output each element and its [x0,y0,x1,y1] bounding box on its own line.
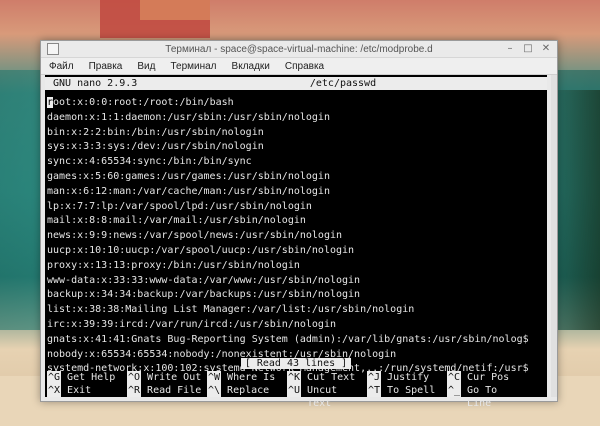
shortcut-label: Write Out [147,372,202,383]
shortcut-replace[interactable]: ^\ Replace [207,384,287,397]
menu-terminal[interactable]: Терминал [170,61,216,72]
nano-status-bar: [ Read 43 lines ] [45,357,547,370]
shortcut-label: Read File [147,385,202,396]
shortcut-key: ^_ [447,384,462,397]
menu-help[interactable]: Справка [285,61,324,72]
file-line: root:x:0:0:root:/root:/bin/bash [45,96,547,111]
shortcut-key: ^T [367,384,382,397]
file-line: news:x:9:9:news:/var/spool/news:/usr/sbi… [47,230,343,242]
file-line: irc:x:39:39:ircd:/var/run/ircd:/usr/sbin… [47,318,336,330]
shortcut-row: ^X Exit ^R Read File ^\ Replace ^U Uncut Tex… [47,384,545,409]
file-line: backup:x:34:34:backup:/var/backups:/usr/… [47,289,361,301]
close-icon[interactable]: ✕ [541,43,551,54]
shortcut-key: ^\ [207,384,222,397]
shortcut-row: ^G Get Help ^O Write Out ^W Where Is ^K Cut … [47,371,545,384]
shortcut-cut-text[interactable]: ^K Cut Text [287,371,367,384]
menu-bar: Файл Правка Вид Терминал Вкладки Справка [41,58,557,75]
shortcut-label: Uncut Text [307,385,338,409]
file-line: games:x:5:60:games:/usr/games:/usr/sbin/… [47,170,330,182]
file-line: proxy:x:13:13:proxy:/bin:/usr/sbin/nolog… [47,259,300,271]
shortcut-justify[interactable]: ^J Justify [367,371,447,384]
shortcut-label: Exit [67,385,92,396]
file-line: www-data:x:33:33:www-data:/var/www:/usr/… [47,274,361,286]
file-line: lp:x:7:7:lp:/var/spool/lpd:/usr/sbin/nol… [47,200,312,212]
shortcut-key: ^K [287,371,302,384]
window-title: Терминал - space@space-virtual-machine: … [165,43,433,55]
shortcut-exit[interactable]: ^X Exit [47,384,127,397]
file-line: sys:x:3:3:sys:/dev:/usr/sbin/nologin [47,141,264,153]
nano-filename: /etc/passwd [309,78,377,89]
file-line-text: oot:x:0:0:root:/root:/bin/bash [53,97,234,108]
file-line: daemon:x:1:1:daemon:/usr/sbin:/usr/sbin/… [47,111,330,123]
terminal-screen[interactable]: GNU nano 2.9.3 /etc/passwd root:x:0:0:ro… [45,75,547,409]
menu-edit[interactable]: Правка [89,61,123,72]
shortcut-key: ^U [287,384,302,397]
shortcut-label: Where Is [227,372,276,383]
desktop-roof [140,0,210,20]
shortcut-where-is[interactable]: ^W Where Is [207,371,287,384]
menu-view[interactable]: Вид [137,61,155,72]
window-controls: – □ ✕ [505,43,551,54]
shortcut-key: ^J [367,371,382,384]
file-line: list:x:38:38:Mailing List Manager:/var/l… [47,304,415,316]
shortcut-label: Go To Line [467,385,498,409]
shortcut-read-file[interactable]: ^R Read File [127,384,207,397]
shortcut-key: ^W [207,371,222,384]
file-line: gnats:x:41:41:Gnats Bug-Reporting System… [47,333,529,345]
menu-tabs[interactable]: Вкладки [232,61,270,72]
shortcut-key: ^O [127,371,142,384]
nano-shortcuts: ^G Get Help ^O Write Out ^W Where Is ^K Cut … [47,371,545,409]
file-content[interactable]: root:x:0:0:root:/root:/bin/bash daemon:x… [45,96,547,377]
shortcut-label: To Spell [387,385,436,396]
maximize-icon[interactable]: □ [523,43,533,54]
scrollbar[interactable] [551,75,557,397]
shortcut-label: Cur Pos [467,372,510,383]
file-line: man:x:6:12:man:/var/cache/man:/usr/sbin/… [47,185,330,197]
nano-header: GNU nano 2.9.3 /etc/passwd [45,77,547,90]
shortcut-key: ^G [47,371,62,384]
nano-version: GNU nano 2.9.3 [53,78,138,89]
shortcut-label: Cut Text [307,372,356,383]
shortcut-uncut-text[interactable]: ^U Uncut Text [287,384,367,409]
shortcut-label: Replace [227,385,270,396]
shortcut-key: ^X [47,384,62,397]
file-line: uucp:x:10:10:uucp:/var/spool/uucp:/usr/s… [47,244,355,256]
shortcut-label: Get Help [67,372,116,383]
file-line: sync:x:4:65534:sync:/bin:/bin/sync [47,156,252,168]
shortcut-write-out[interactable]: ^O Write Out [127,371,207,384]
shortcut-to-spell[interactable]: ^T To Spell [367,384,447,397]
shortcut-key: ^C [447,371,462,384]
shortcut-cur-pos[interactable]: ^C Cur Pos [447,371,527,384]
shortcut-go-to-line[interactable]: ^_ Go To Line [447,384,527,409]
shortcut-get-help[interactable]: ^G Get Help [47,371,127,384]
shortcut-key: ^R [127,384,142,397]
file-line: bin:x:2:2:bin:/bin:/usr/sbin/nologin [47,126,264,138]
minimize-icon[interactable]: – [505,43,515,54]
title-bar[interactable]: Терминал - space@space-virtual-machine: … [41,41,557,58]
file-line: mail:x:8:8:mail:/var/mail:/usr/sbin/nolo… [47,215,306,227]
menu-file[interactable]: Файл [49,61,74,72]
shortcut-label: Justify [387,372,430,383]
status-message: [ Read 43 lines ] [240,358,352,369]
terminal-window: Терминал - space@space-virtual-machine: … [40,40,558,409]
